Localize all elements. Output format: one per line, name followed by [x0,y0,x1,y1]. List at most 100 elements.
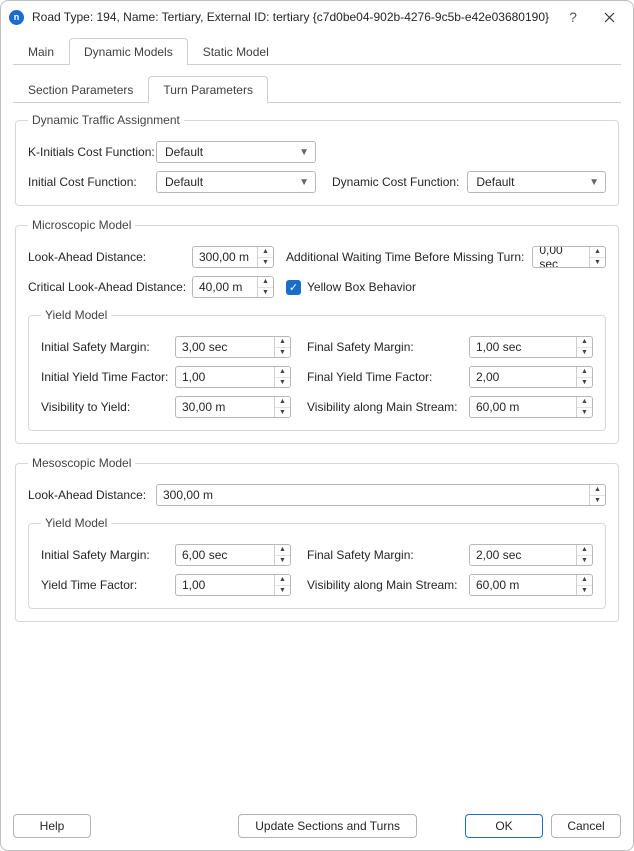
spinner-meso-fsm[interactable]: 2,00 sec ▲▼ [469,544,593,566]
tab-static-model[interactable]: Static Model [188,38,284,65]
spinner-meso-fsm-value: 2,00 sec [470,545,576,565]
spinner-micro-vams[interactable]: 60,00 m ▲▼ [469,396,593,418]
label-meso-ytf: Yield Time Factor: [41,578,167,592]
legend-dta: Dynamic Traffic Assignment [28,113,184,127]
spinner-meso-ytf[interactable]: 1,00 ▲▼ [175,574,291,596]
spinner-arrows[interactable]: ▲▼ [576,575,592,595]
label-meso-fsm: Final Safety Margin: [307,548,461,562]
spinner-arrows[interactable]: ▲▼ [274,545,290,565]
tab-section-parameters[interactable]: Section Parameters [13,76,148,103]
app-icon: n [9,10,24,25]
titlebar: n Road Type: 194, Name: Tertiary, Extern… [1,1,633,33]
spinner-arrows[interactable]: ▲▼ [274,575,290,595]
main-tabs: Main Dynamic Models Static Model [13,37,621,65]
label-yellow-box: Yellow Box Behavior [307,280,416,294]
spinner-micro-wait-value: 0,00 sec [533,247,589,267]
legend-meso-yield: Yield Model [41,516,111,530]
spinner-micro-look-value: 300,00 m [193,247,257,267]
label-micro-fytf: Final Yield Time Factor: [307,370,461,384]
combo-kcost[interactable]: Default ▼ [156,141,316,163]
group-mesoscopic: Mesoscopic Model Look-Ahead Distance: 30… [15,456,619,622]
spinner-arrows[interactable]: ▲▼ [257,277,273,297]
label-micro-crit: Critical Look-Ahead Distance: [28,280,184,294]
spinner-arrows[interactable]: ▲▼ [589,247,605,267]
spinner-arrows[interactable]: ▲▼ [589,485,605,505]
tab-main[interactable]: Main [13,38,69,65]
group-meso-yield: Yield Model Initial Safety Margin: 6,00 … [28,516,606,609]
spinner-micro-wait[interactable]: 0,00 sec ▲▼ [532,246,606,268]
check-yellow-box[interactable]: ✓ Yellow Box Behavior [286,280,416,295]
label-micro-look: Look-Ahead Distance: [28,250,184,264]
update-button[interactable]: Update Sections and Turns [238,814,417,838]
spinner-micro-vty[interactable]: 30,00 m ▲▼ [175,396,291,418]
label-micro-vty: Visibility to Yield: [41,400,167,414]
spinner-arrows[interactable]: ▲▼ [274,367,290,387]
spinner-micro-iytf-value: 1,00 [176,367,274,387]
spinner-micro-ism[interactable]: 3,00 sec ▲▼ [175,336,291,358]
legend-microscopic: Microscopic Model [28,218,135,232]
legend-micro-yield: Yield Model [41,308,111,322]
spinner-micro-crit-value: 40,00 m [193,277,257,297]
content-area: Main Dynamic Models Static Model Section… [1,33,633,804]
form-panel: Dynamic Traffic Assignment K-Initials Co… [13,103,621,804]
group-microscopic: Microscopic Model Look-Ahead Distance: 3… [15,218,619,444]
ok-button[interactable]: OK [465,814,543,838]
spinner-arrows[interactable]: ▲▼ [576,397,592,417]
spinner-micro-vty-value: 30,00 m [176,397,274,417]
chevron-down-icon: ▼ [299,147,309,158]
tab-turn-parameters[interactable]: Turn Parameters [148,76,268,103]
spinner-micro-fsm[interactable]: 1,00 sec ▲▼ [469,336,593,358]
combo-dcf-value: Default [476,175,514,189]
help-icon[interactable]: ? [559,7,587,27]
spinner-micro-fsm-value: 1,00 sec [470,337,576,357]
spinner-micro-look[interactable]: 300,00 m ▲▼ [192,246,274,268]
spinner-micro-vams-value: 60,00 m [470,397,576,417]
checkbox-icon: ✓ [286,280,301,295]
spinner-arrows[interactable]: ▲▼ [576,337,592,357]
label-micro-fsm: Final Safety Margin: [307,340,461,354]
chevron-down-icon: ▼ [589,177,599,188]
spinner-meso-look-value: 300,00 m [157,485,589,505]
chevron-down-icon: ▼ [299,177,309,188]
label-micro-iytf: Initial Yield Time Factor: [41,370,167,384]
group-micro-yield: Yield Model Initial Safety Margin: 3,00 … [28,308,606,431]
tab-dynamic-models[interactable]: Dynamic Models [69,38,188,65]
label-micro-wait: Additional Waiting Time Before Missing T… [286,250,524,264]
combo-icf[interactable]: Default ▼ [156,171,316,193]
group-dta: Dynamic Traffic Assignment K-Initials Co… [15,113,619,206]
close-icon[interactable] [595,7,623,27]
spinner-meso-look[interactable]: 300,00 m ▲▼ [156,484,606,506]
spinner-meso-ytf-value: 1,00 [176,575,274,595]
button-bar: Help Update Sections and Turns OK Cancel [1,804,633,850]
label-meso-vams: Visibility along Main Stream: [307,578,461,592]
spinner-meso-vams[interactable]: 60,00 m ▲▼ [469,574,593,596]
sub-tabs: Section Parameters Turn Parameters [13,75,621,103]
label-meso-look: Look-Ahead Distance: [28,488,148,502]
help-button[interactable]: Help [13,814,91,838]
spinner-micro-fytf[interactable]: 2,00 ▲▼ [469,366,593,388]
label-micro-ism: Initial Safety Margin: [41,340,167,354]
spinner-micro-crit[interactable]: 40,00 m ▲▼ [192,276,274,298]
spinner-arrows[interactable]: ▲▼ [274,397,290,417]
spinner-arrows[interactable]: ▲▼ [576,545,592,565]
spinner-meso-ism[interactable]: 6,00 sec ▲▼ [175,544,291,566]
combo-dcf[interactable]: Default ▼ [467,171,606,193]
spinner-arrows[interactable]: ▲▼ [257,247,273,267]
label-meso-ism: Initial Safety Margin: [41,548,167,562]
label-icf: Initial Cost Function: [28,175,148,189]
spinner-meso-ism-value: 6,00 sec [176,545,274,565]
window-title: Road Type: 194, Name: Tertiary, External… [32,10,551,24]
cancel-button[interactable]: Cancel [551,814,621,838]
spinner-arrows[interactable]: ▲▼ [576,367,592,387]
legend-mesoscopic: Mesoscopic Model [28,456,135,470]
label-micro-vams: Visibility along Main Stream: [307,400,461,414]
combo-kcost-value: Default [165,145,203,159]
spinner-micro-iytf[interactable]: 1,00 ▲▼ [175,366,291,388]
label-kcost: K-Initials Cost Function: [28,145,148,159]
spinner-micro-ism-value: 3,00 sec [176,337,274,357]
spinner-meso-vams-value: 60,00 m [470,575,576,595]
spinner-micro-fytf-value: 2,00 [470,367,576,387]
spinner-arrows[interactable]: ▲▼ [274,337,290,357]
label-dcf: Dynamic Cost Function: [332,175,459,189]
combo-icf-value: Default [165,175,203,189]
